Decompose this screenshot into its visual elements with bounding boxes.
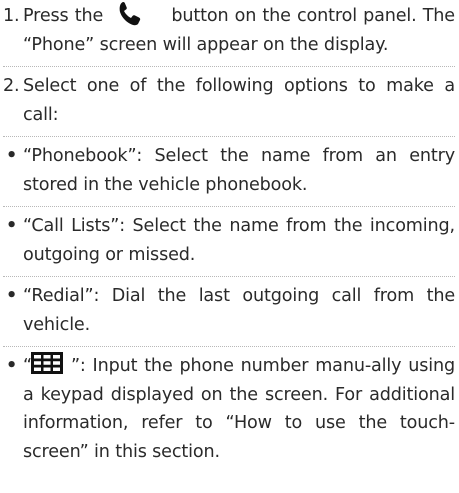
bullet-phonebook-text: “Phonebook”: Select the name from an ent…: [23, 146, 455, 195]
bullet-keypad-text: ”: Input the phone number manu-ally usin…: [23, 356, 455, 462]
phone-handset-icon: [119, 1, 141, 26]
bullet-call-lists-text: “Call Lists”: Select the name from the i…: [23, 216, 455, 265]
step-2: 2. Select one of the following options t…: [3, 72, 455, 129]
divider: [3, 206, 455, 207]
bullet-symbol: •: [6, 286, 18, 306]
step-2-text: Select one of the following options to m…: [23, 76, 455, 125]
step-1: 1. Press the button on the control panel…: [3, 1, 455, 59]
bullet-redial-text: “Redial”: Dial the last outgoing call fr…: [23, 286, 455, 335]
step-2-number: 2.: [3, 76, 20, 96]
bullet-call-lists: • “Call Lists”: Select the name from the…: [3, 212, 455, 269]
bullet-symbol: •: [6, 146, 18, 166]
divider: [3, 66, 455, 67]
bullet-keypad: • “ ”: Input the phone number manu-ally …: [3, 352, 455, 466]
divider: [3, 136, 455, 137]
bullet-redial: • “Redial”: Dial the last outgoing call …: [3, 282, 455, 339]
divider: [3, 346, 455, 347]
step-1-number: 1.: [3, 6, 20, 26]
manual-page: 1. Press the button on the control panel…: [0, 0, 459, 493]
bullet-symbol: •: [6, 216, 18, 236]
keypad-icon: [30, 352, 63, 374]
divider: [3, 276, 455, 277]
step-1-text-before: Press the: [23, 6, 104, 26]
bullet-phonebook: • “Phonebook”: Select the name from an e…: [3, 142, 455, 199]
bullet-symbol: •: [6, 356, 18, 376]
